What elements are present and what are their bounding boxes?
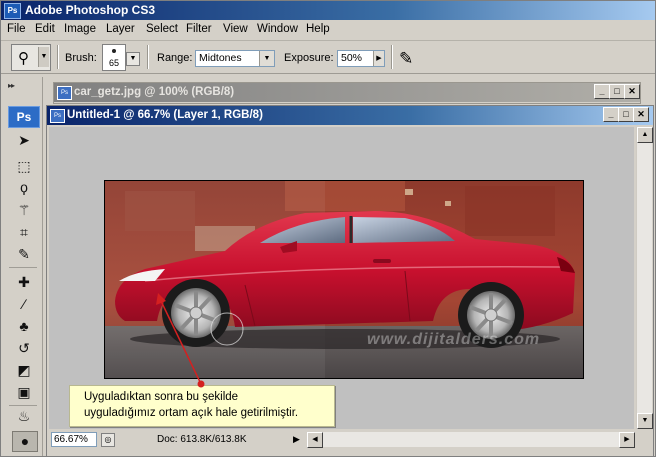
status-menu-arrow[interactable]: ▶ — [293, 434, 300, 445]
healing-brush-tool-icon[interactable]: ✚ — [12, 273, 36, 292]
brush-tool-icon[interactable]: ∕ — [12, 295, 36, 314]
menu-view[interactable]: View — [223, 23, 248, 35]
magic-wand-tool-icon[interactable]: ⚚ — [12, 201, 36, 220]
range-select[interactable]: Midtones ▼ — [195, 50, 275, 67]
document-icon: Ps — [50, 109, 65, 123]
callout-line-2: uyguladığımız ortam açık hale getirilmiş… — [84, 407, 299, 419]
eyedropper-tool-icon[interactable]: ✎ — [12, 245, 36, 264]
crop-tool-icon[interactable]: ⌗ — [12, 223, 36, 242]
exposure-field[interactable]: 50% ▶ — [337, 50, 385, 67]
photoshop-window: Ps Adobe Photoshop CS3 File Edit Image L… — [0, 0, 656, 457]
canvas-area[interactable]: www.dijitalders.com — [49, 127, 634, 429]
document-icon: Ps — [57, 86, 72, 100]
background-document-title-bar[interactable]: Ps car_getz.jpg @ 100% (RGB/8) _ □ ✕ — [54, 83, 640, 102]
car-image[interactable]: www.dijitalders.com — [104, 180, 584, 379]
brush-label: Brush: — [65, 52, 97, 64]
zoom-field[interactable]: 66.67% — [51, 432, 97, 447]
photoshop-app-icon: Ps — [4, 3, 21, 19]
divider — [57, 45, 59, 69]
callout-line-1: Uyguladıktan sonra bu şekilde — [84, 391, 239, 403]
scroll-up-button[interactable]: ▲ — [637, 127, 653, 143]
scroll-down-button[interactable]: ▼ — [637, 413, 653, 429]
dodge-tool-icon[interactable]: ● — [12, 431, 38, 452]
menu-edit[interactable]: Edit — [35, 23, 55, 35]
airbrush-icon[interactable]: ✎ — [399, 49, 413, 69]
brush-size: 65 — [108, 58, 119, 68]
menu-image[interactable]: Image — [64, 23, 96, 35]
scroll-left-button[interactable]: ◀ — [307, 432, 323, 448]
range-value: Midtones — [199, 52, 242, 64]
background-document-window[interactable]: Ps car_getz.jpg @ 100% (RGB/8) _ □ ✕ — [53, 82, 641, 104]
annotation-callout: Uyguladıktan sonra bu şekilde uyguladığı… — [69, 385, 335, 427]
horizontal-scrollbar[interactable]: ◀ ▶ — [307, 432, 635, 448]
document-title-bar[interactable]: Ps Untitled-1 @ 66.7% (Layer 1, RGB/8) _… — [47, 106, 653, 125]
scroll-right-button[interactable]: ▶ — [619, 432, 635, 448]
marquee-tool-icon[interactable]: ⬚ — [12, 157, 36, 176]
move-tool-icon[interactable]: ➤ — [12, 131, 36, 150]
menu-layer[interactable]: Layer — [106, 23, 135, 35]
minimize-button[interactable]: _ — [594, 84, 610, 99]
lasso-tool-icon[interactable]: ϙ — [12, 178, 36, 197]
close-button[interactable]: ✕ — [624, 84, 640, 99]
range-label: Range: — [157, 52, 193, 64]
menu-bar: File Edit Image Layer Select Filter View… — [1, 20, 655, 41]
brush-dropdown-button[interactable]: ▼ — [126, 52, 140, 66]
app-title: Adobe Photoshop CS3 — [25, 3, 155, 17]
status-bar: 66.67% ◎ Doc: 613.8K/613.8K ▶ — [49, 431, 307, 449]
background-document-title: car_getz.jpg @ 100% (RGB/8) — [74, 86, 235, 98]
status-icon[interactable]: ◎ — [101, 433, 115, 447]
history-brush-tool-icon[interactable]: ↺ — [12, 339, 36, 358]
vertical-scrollbar[interactable]: ▲ ▼ — [636, 127, 653, 429]
chevron-down-icon[interactable]: ▼ — [38, 47, 49, 67]
eraser-tool-icon[interactable]: ◩ — [12, 361, 36, 380]
tool-preset-picker[interactable]: ⚲ ▼ — [11, 44, 51, 71]
options-bar: ⚲ ▼ Brush: 65 ▼ Range: Midtones ▼ Exposu… — [1, 41, 655, 74]
toolbox-divider — [9, 405, 37, 406]
watermark-text: www.dijitalders.com — [367, 331, 541, 348]
toolbox-divider — [9, 267, 37, 268]
exposure-value: 50% — [341, 52, 363, 64]
chevron-down-icon: ▼ — [259, 51, 274, 66]
document-title: Untitled-1 @ 66.7% (Layer 1, RGB/8) — [67, 109, 263, 121]
close-button[interactable]: ✕ — [633, 107, 649, 122]
toolbox-grip[interactable]: ▸▸ — [8, 81, 15, 90]
menu-select[interactable]: Select — [146, 23, 178, 35]
divider — [147, 45, 149, 69]
blur-tool-icon[interactable]: ♨ — [12, 407, 36, 426]
menu-window[interactable]: Window — [257, 23, 298, 35]
chevron-right-icon[interactable]: ▶ — [373, 51, 384, 66]
app-title-bar[interactable]: Ps Adobe Photoshop CS3 — [1, 1, 655, 20]
maximize-button[interactable]: □ — [609, 84, 625, 99]
gradient-tool-icon[interactable]: ▣ — [12, 383, 36, 402]
brush-preset-picker[interactable]: 65 — [102, 44, 126, 71]
document-size-info: Doc: 613.8K/613.8K — [157, 434, 247, 445]
clone-stamp-tool-icon[interactable]: ♣ — [12, 317, 36, 336]
photoshop-logo[interactable]: Ps — [8, 106, 40, 128]
exposure-label: Exposure: — [284, 52, 334, 64]
dodge-tool-icon: ⚲ — [18, 50, 29, 67]
maximize-button[interactable]: □ — [618, 107, 634, 122]
menu-filter[interactable]: Filter — [186, 23, 212, 35]
minimize-button[interactable]: _ — [603, 107, 619, 122]
divider — [391, 45, 393, 69]
brush-tip-icon — [112, 49, 116, 53]
menu-file[interactable]: File — [7, 23, 26, 35]
toolbox: ▸▸ Ps ➤ ⬚ ϙ ⚚ ⌗ ✎ ✚ ∕ ♣ ↺ ◩ ▣ ♨ ● — [4, 77, 43, 456]
menu-help[interactable]: Help — [306, 23, 330, 35]
